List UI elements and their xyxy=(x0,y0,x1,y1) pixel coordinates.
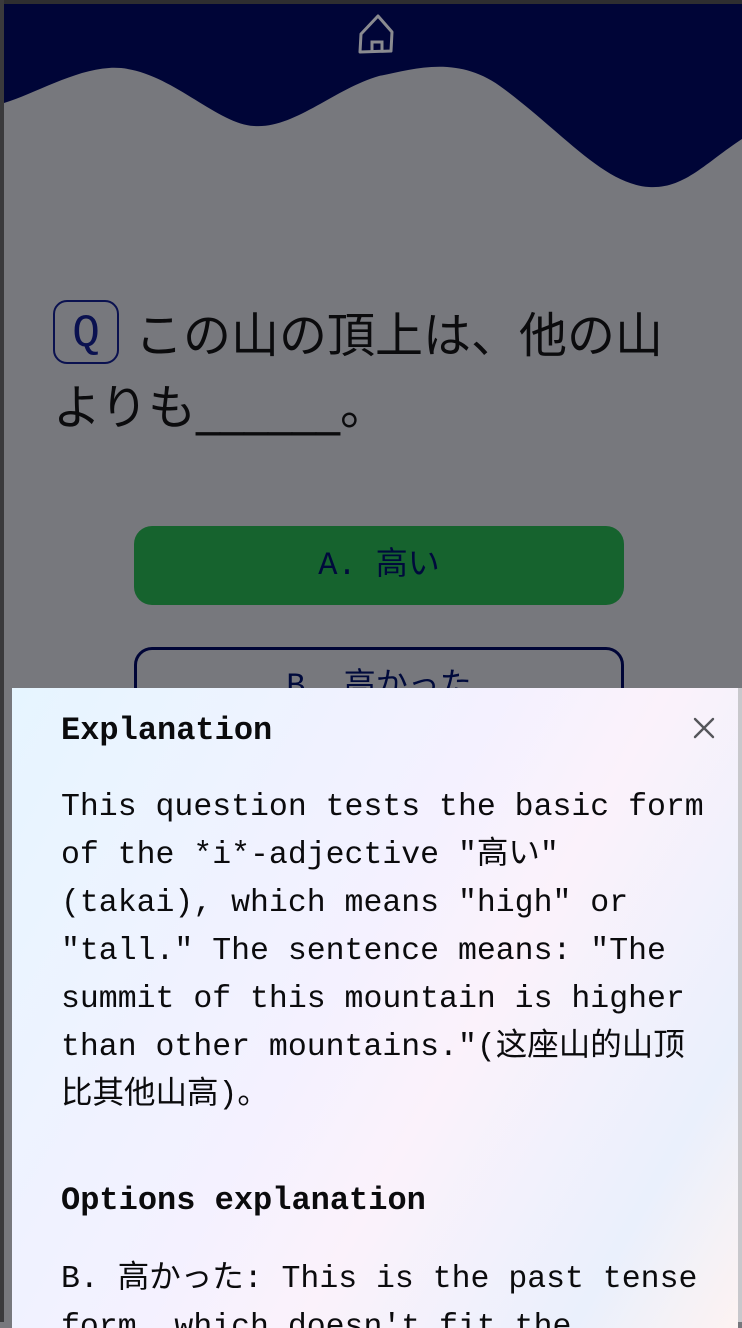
question-badge: Q xyxy=(53,300,119,364)
home-icon xyxy=(358,14,394,54)
close-button[interactable] xyxy=(690,714,718,742)
options-explanation-title: Options explanation xyxy=(61,1182,426,1219)
explanation-sheet: Explanation This question tests the basi… xyxy=(12,688,738,1328)
question-text-block: Q この山の頂上は、他の山よりも______。 xyxy=(53,300,693,444)
question-text: この山の頂上は、他の山よりも______。 xyxy=(53,308,664,436)
close-icon xyxy=(693,717,715,739)
sheet-scrollbar[interactable] xyxy=(738,688,742,1322)
home-button[interactable] xyxy=(355,12,401,58)
options-explanation-text: B. 高かった: This is the past tense form, wh… xyxy=(61,1262,698,1328)
explanation-text: This question tests the basic form of th… xyxy=(61,790,704,1113)
option-a-button[interactable]: A. 高い xyxy=(134,526,624,605)
explanation-title: Explanation xyxy=(61,712,273,749)
